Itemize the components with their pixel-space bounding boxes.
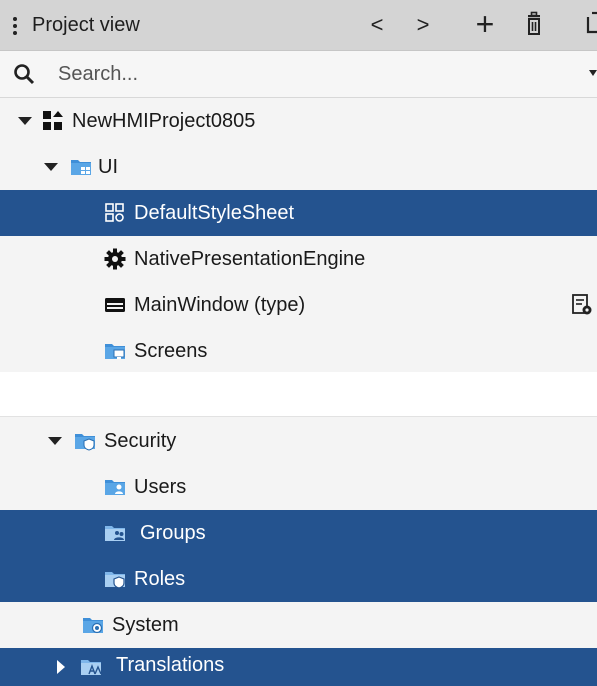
- add-button[interactable]: +: [472, 8, 498, 40]
- roles-folder-icon: [105, 572, 125, 589]
- ui-folder-icon: [71, 160, 91, 175]
- tree-item-users[interactable]: Users: [0, 464, 597, 510]
- tree-item-label: MainWindow (type): [134, 294, 306, 316]
- tree-item-label: DefaultStyleSheet: [134, 202, 295, 224]
- search-dropdown-icon[interactable]: [589, 69, 597, 77]
- panel-title: Project view: [32, 14, 140, 36]
- screens-folder-icon: [105, 344, 125, 359]
- security-folder-icon: [75, 434, 95, 451]
- back-button[interactable]: <: [366, 10, 388, 40]
- project-view-panel: Project view < > + Search... NewHMIProje…: [0, 0, 597, 372]
- tree-item-groups[interactable]: Groups: [0, 510, 597, 556]
- search-bar: [0, 51, 597, 98]
- search-input[interactable]: [56, 59, 560, 89]
- tree-item-nativepresentationengine[interactable]: NativePresentationEngine: [0, 236, 597, 282]
- project-tree-security-section: Security Users Groups Roles System Trans…: [0, 416, 597, 686]
- expand-toggle-icon[interactable]: [42, 158, 60, 176]
- type-settings-icon[interactable]: [571, 293, 593, 317]
- tree-item-screens[interactable]: Screens: [0, 328, 597, 374]
- collapse-toggle-icon[interactable]: [52, 658, 70, 676]
- tree-item-ui[interactable]: UI: [0, 144, 597, 190]
- tree-item-label: NewHMIProject0805: [72, 110, 256, 132]
- tree-item-label: Groups: [140, 522, 206, 544]
- tree-item-label: Roles: [134, 568, 186, 590]
- panel-menu-icon[interactable]: [13, 17, 17, 35]
- copy-icon[interactable]: [584, 10, 597, 40]
- tree-item-label: System: [112, 614, 179, 636]
- gear-icon: [104, 248, 126, 270]
- tree-item-label: UI: [98, 156, 118, 178]
- translations-folder-icon: [81, 660, 102, 675]
- users-folder-icon: [105, 480, 125, 495]
- stylesheet-icon: [105, 203, 124, 222]
- tree-item-mainwindow[interactable]: MainWindow (type): [0, 282, 597, 328]
- expand-toggle-icon[interactable]: [46, 432, 64, 450]
- system-folder-icon: [83, 618, 103, 634]
- project-icon: [43, 111, 63, 130]
- search-icon: [14, 64, 35, 85]
- tree-item-defaultstylesheet[interactable]: DefaultStyleSheet: [0, 190, 597, 236]
- delete-icon[interactable]: [522, 10, 546, 40]
- tree-item-label: Translations: [116, 654, 225, 676]
- tree-item-security[interactable]: Security: [0, 418, 597, 464]
- window-icon: [105, 298, 125, 312]
- groups-folder-icon: [105, 526, 125, 541]
- tree-item-label: NativePresentationEngine: [134, 248, 366, 270]
- expand-toggle-icon[interactable]: [16, 112, 34, 130]
- tree-item-label: Screens: [134, 340, 208, 362]
- tree-item-translations[interactable]: Translations: [0, 648, 597, 686]
- tree-item-system[interactable]: System: [0, 602, 597, 648]
- tree-item-label: Security: [104, 430, 177, 452]
- forward-button[interactable]: >: [412, 10, 434, 40]
- tree-item-project[interactable]: NewHMIProject0805: [0, 98, 597, 144]
- tree-item-label: Users: [134, 476, 187, 498]
- tree-item-roles[interactable]: Roles: [0, 556, 597, 602]
- panel-header: Project view < > +: [0, 0, 597, 51]
